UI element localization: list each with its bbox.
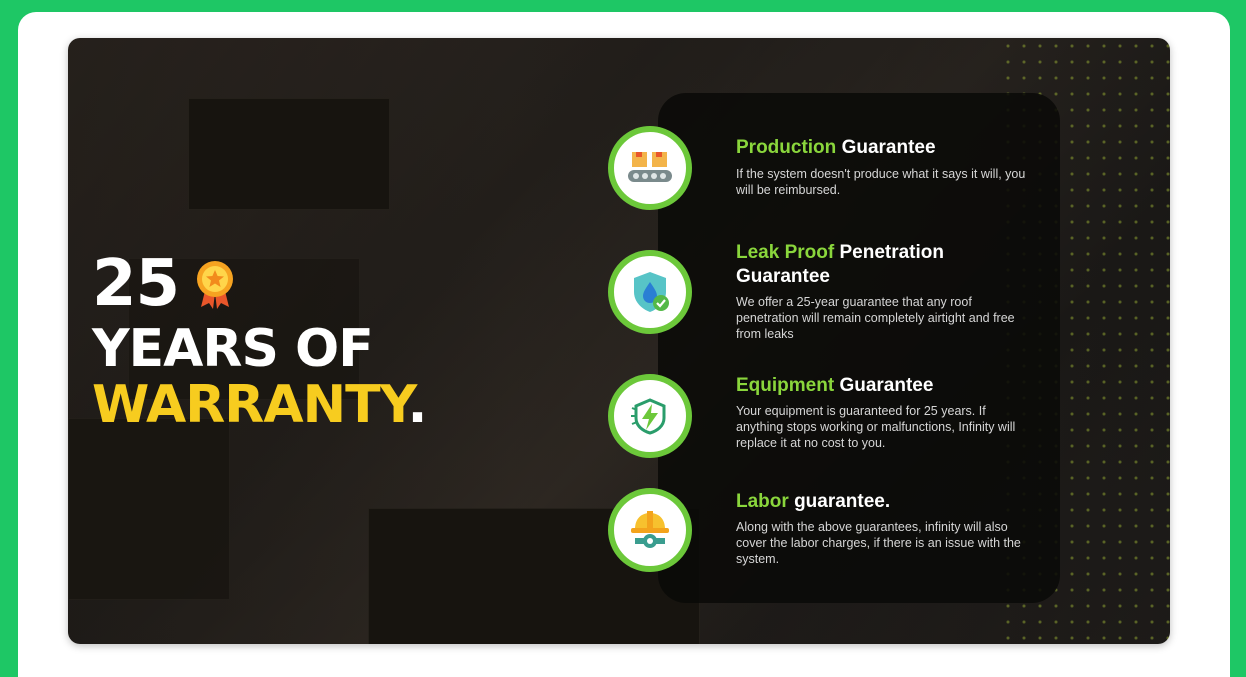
roof-panel (68, 418, 230, 600)
leak-proof-guarantee-description: We offer a 25-year guarantee that any ro… (736, 295, 1015, 341)
leak-proof-guarantee-title: Leak Proof Penetration Guarantee (736, 242, 945, 287)
equipment-icon-circle (608, 374, 692, 458)
production-guarantee-description: If the system doesn't produce what it sa… (736, 167, 1026, 197)
leak-proof-icon-circle (608, 250, 692, 334)
shield-lightning-icon (631, 398, 666, 435)
heading-line-years-of: YEARS OF (92, 319, 374, 379)
award-medal-icon (197, 261, 234, 309)
labor-icon-circle (608, 488, 692, 572)
roof-panel (188, 98, 390, 210)
equipment-guarantee-description: Your equipment is guaranteed for 25 year… (736, 404, 1016, 450)
production-icon-circle (608, 126, 692, 210)
years-number: 25 (92, 247, 180, 321)
shield-water-drop-icon (634, 272, 669, 312)
warranty-banner: 25 YEARS OF WARRANTY. Production Guarant… (68, 38, 1170, 644)
equipment-guarantee-title: Equipment Guarantee (736, 375, 934, 396)
warranty-heading: 25 YEARS OF WARRANTY. (92, 247, 427, 435)
heading-line-warranty: WARRANTY. (92, 375, 427, 435)
labor-guarantee-title: Labor guarantee. (736, 491, 891, 512)
production-guarantee-title: Production Guarantee (736, 137, 936, 158)
hardhat-gear-icon (631, 511, 669, 548)
conveyor-boxes-icon (628, 152, 672, 182)
labor-guarantee-description: Along with the above guarantees, infinit… (736, 520, 1021, 566)
